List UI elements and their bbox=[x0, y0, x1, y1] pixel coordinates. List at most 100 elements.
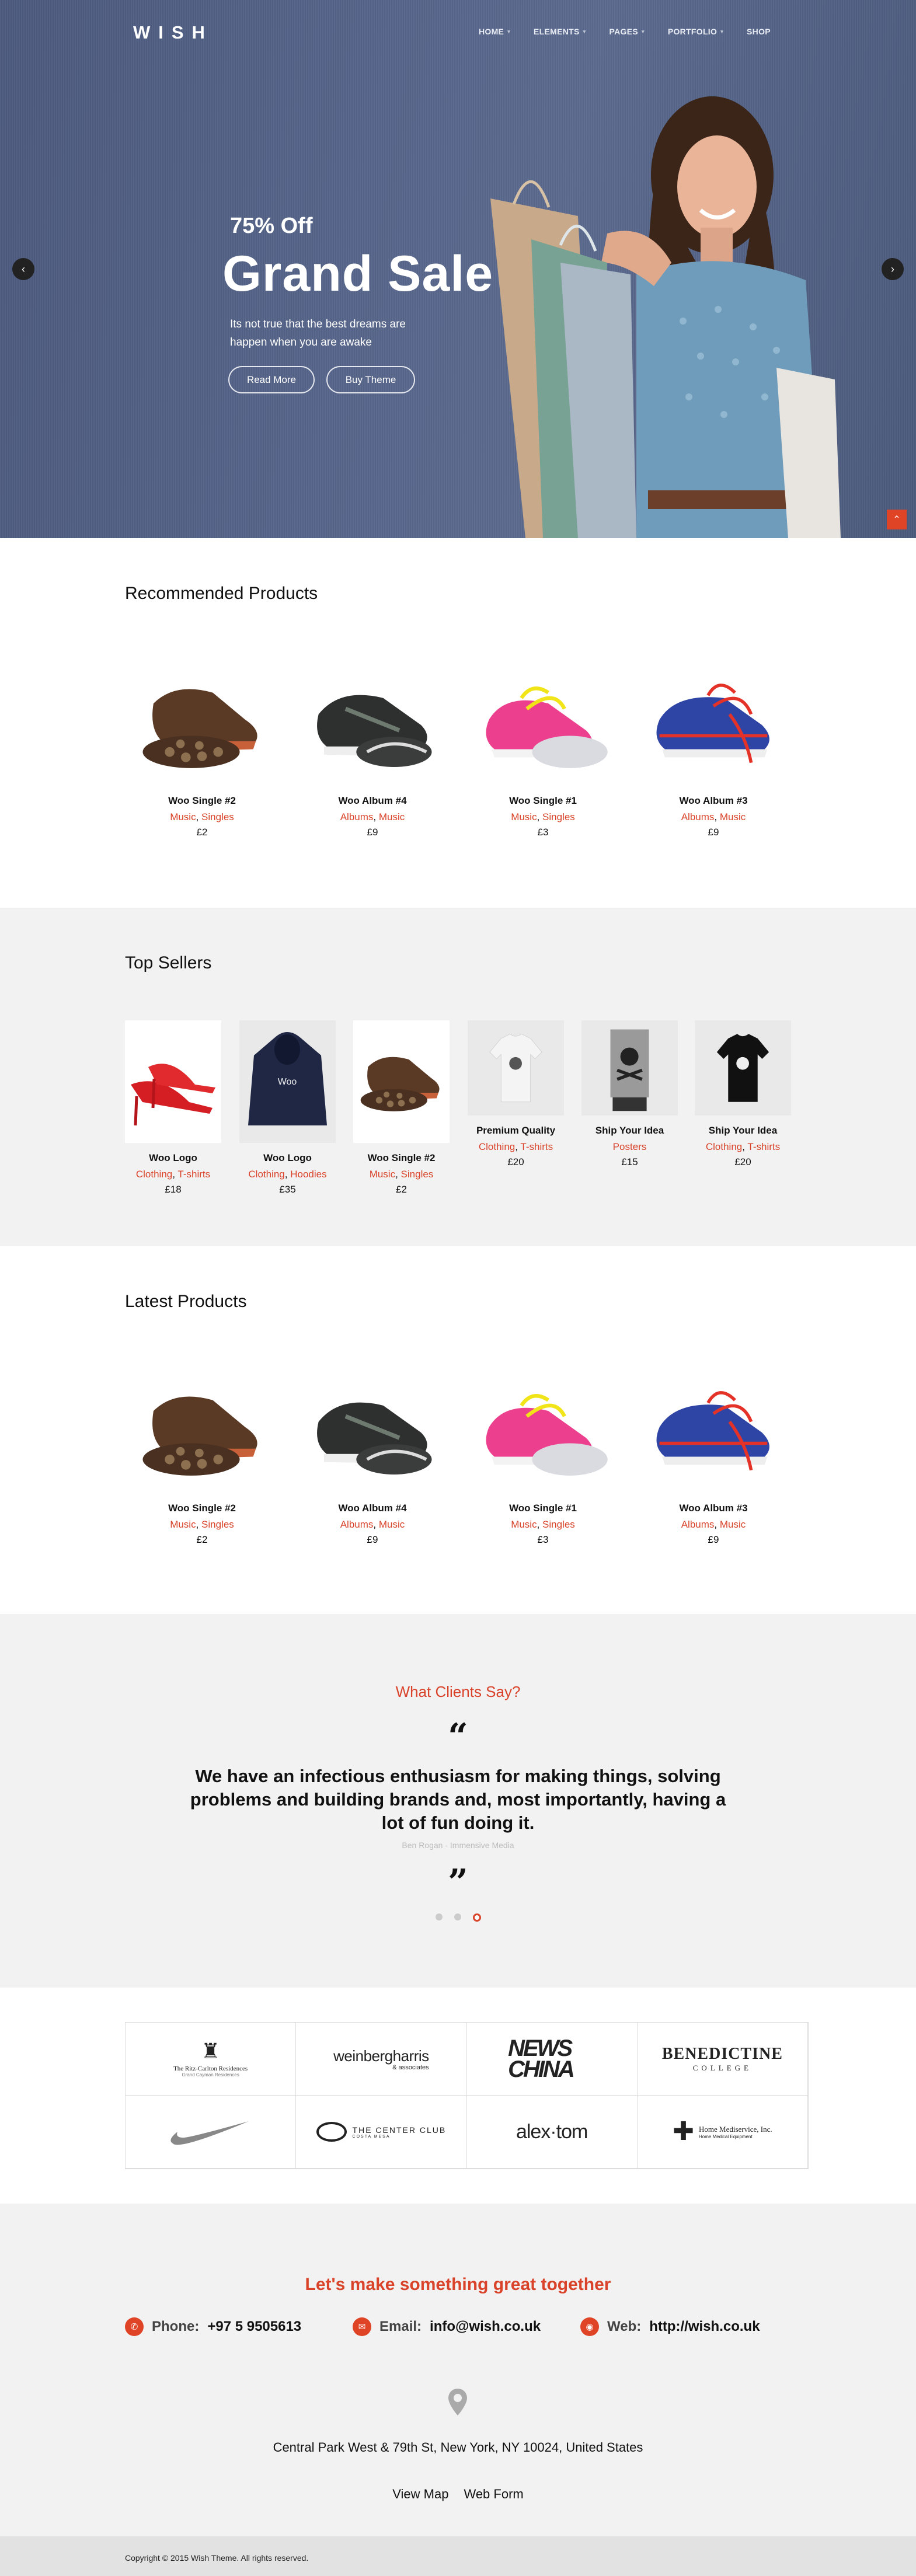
view-map-link[interactable]: View Map bbox=[392, 2487, 448, 2502]
product-image[interactable] bbox=[635, 655, 792, 795]
product-categories: Music, Singles bbox=[170, 811, 234, 822]
scroll-to-top-button[interactable]: ⌃ bbox=[887, 510, 907, 529]
pagination-dot[interactable] bbox=[454, 1913, 461, 1920]
nav-elements[interactable]: ELEMENTS ▾ bbox=[534, 27, 586, 36]
product-image[interactable] bbox=[125, 1020, 221, 1143]
nav-pages[interactable]: PAGES ▾ bbox=[609, 27, 645, 36]
product-name[interactable]: Woo Single #1 bbox=[464, 795, 622, 807]
category-link[interactable]: Music bbox=[720, 811, 746, 822]
product-image[interactable] bbox=[239, 1020, 336, 1143]
client-logo[interactable] bbox=[126, 2096, 297, 2169]
product-name[interactable]: Woo Logo bbox=[239, 1152, 336, 1164]
product-card[interactable]: Woo Single #2 Music, Singles £2 bbox=[353, 1020, 450, 1195]
product-card[interactable]: Woo Album #4 Albums, Music £9 bbox=[294, 655, 451, 838]
product-name[interactable]: Premium Quality bbox=[468, 1125, 564, 1137]
product-card[interactable]: Woo Single #1 Music, Singles £3 bbox=[464, 1362, 622, 1546]
email-value[interactable]: info@wish.co.uk bbox=[430, 2319, 541, 2335]
category-link[interactable]: Albums bbox=[681, 1519, 715, 1530]
product-card[interactable]: Ship Your Idea Posters £15 bbox=[581, 1020, 678, 1168]
category-link[interactable]: Clothing bbox=[479, 1141, 515, 1152]
product-image[interactable] bbox=[635, 1362, 792, 1503]
category-link[interactable]: Music bbox=[511, 1519, 537, 1530]
client-logo[interactable]: weinbergharris & associates bbox=[296, 2023, 467, 2096]
product-name[interactable]: Woo Single #2 bbox=[123, 1503, 281, 1514]
product-card[interactable]: Woo Single #1 Music, Singles £3 bbox=[464, 655, 622, 838]
nav-home[interactable]: HOME ▾ bbox=[479, 27, 510, 36]
category-link[interactable]: Clothing bbox=[248, 1169, 284, 1180]
category-link[interactable]: Clothing bbox=[136, 1169, 172, 1180]
product-card[interactable]: Woo Album #3 Albums, Music £9 bbox=[635, 655, 792, 838]
pagination-dot-active[interactable] bbox=[472, 1913, 481, 1922]
product-card[interactable]: Woo Album #3 Albums, Music £9 bbox=[635, 1362, 792, 1546]
category-link[interactable]: Music bbox=[170, 811, 196, 822]
category-link[interactable]: Music bbox=[370, 1169, 395, 1180]
client-logo[interactable]: ♜ The Ritz-Carlton Residences Grand Caym… bbox=[126, 2023, 297, 2096]
web-value[interactable]: http://wish.co.uk bbox=[649, 2319, 760, 2335]
client-logo[interactable]: NEWS CHINA bbox=[466, 2023, 638, 2096]
product-card[interactable]: Woo Album #4 Albums, Music £9 bbox=[294, 1362, 451, 1546]
phone-value[interactable]: +97 5 9505613 bbox=[207, 2319, 301, 2335]
product-name[interactable]: Woo Logo bbox=[125, 1152, 221, 1164]
product-card[interactable]: Woo Logo Clothing, T-shirts £18 bbox=[125, 1020, 221, 1195]
product-name[interactable]: Woo Album #4 bbox=[294, 1503, 451, 1514]
category-link[interactable]: Music bbox=[170, 1519, 196, 1530]
site-logo[interactable]: WISH bbox=[133, 22, 213, 43]
client-logo[interactable]: alex·tom bbox=[466, 2096, 638, 2169]
product-image[interactable] bbox=[123, 655, 281, 795]
product-image[interactable] bbox=[464, 1362, 622, 1503]
product-card[interactable]: Woo Single #2 Music, Singles £2 bbox=[123, 1362, 281, 1546]
category-link[interactable]: Hoodies bbox=[290, 1169, 326, 1180]
product-card[interactable]: Woo Single #2 Music, Singles £2 bbox=[123, 655, 281, 838]
product-name[interactable]: Woo Album #4 bbox=[294, 795, 451, 807]
category-link[interactable]: Albums bbox=[340, 811, 374, 822]
client-logo[interactable]: THE CENTER CLUB COSTA MESA bbox=[296, 2096, 467, 2169]
buy-theme-button[interactable]: Buy Theme bbox=[326, 366, 415, 393]
product-image[interactable] bbox=[294, 1362, 451, 1503]
category-link[interactable]: T-shirts bbox=[520, 1141, 553, 1152]
category-link[interactable]: Posters bbox=[613, 1141, 647, 1152]
product-image[interactable] bbox=[581, 1020, 678, 1116]
client-logo[interactable]: ✚ Home Mediservice, Inc. Home Medical Eq… bbox=[637, 2096, 808, 2169]
product-name[interactable]: Woo Single #2 bbox=[353, 1152, 450, 1164]
category-link[interactable]: Singles bbox=[201, 1519, 234, 1530]
category-link[interactable]: Music bbox=[511, 811, 537, 822]
category-link[interactable]: Albums bbox=[340, 1519, 374, 1530]
product-card[interactable]: Ship Your Idea Clothing, T-shirts £20 bbox=[695, 1020, 791, 1168]
product-name[interactable]: Woo Single #1 bbox=[464, 1503, 622, 1514]
client-sub: Home Medical Equipment bbox=[699, 2134, 753, 2139]
category-link[interactable]: Singles bbox=[201, 811, 234, 822]
pagination-dot[interactable] bbox=[435, 1913, 443, 1920]
product-name[interactable]: Ship Your Idea bbox=[695, 1125, 791, 1137]
chevron-right-icon: › bbox=[891, 263, 894, 275]
category-link[interactable]: Music bbox=[720, 1519, 746, 1530]
category-link[interactable]: Albums bbox=[681, 811, 715, 822]
category-link[interactable]: T-shirts bbox=[177, 1169, 210, 1180]
product-card[interactable]: Woo Logo Clothing, Hoodies £35 bbox=[239, 1020, 336, 1195]
product-image[interactable] bbox=[464, 655, 622, 795]
testimonial-quote: We have an infectious enthusiasm for mak… bbox=[190, 1766, 726, 1833]
category-link[interactable]: Clothing bbox=[706, 1141, 742, 1152]
product-image[interactable] bbox=[353, 1020, 450, 1143]
slider-prev-button[interactable]: ‹ bbox=[12, 258, 34, 280]
product-name[interactable]: Woo Album #3 bbox=[635, 795, 792, 807]
product-card[interactable]: Premium Quality Clothing, T-shirts £20 bbox=[468, 1020, 564, 1168]
product-image[interactable] bbox=[123, 1362, 281, 1503]
category-link[interactable]: Singles bbox=[401, 1169, 434, 1180]
category-link[interactable]: Music bbox=[379, 1519, 405, 1530]
product-image[interactable] bbox=[695, 1020, 791, 1116]
product-name[interactable]: Woo Album #3 bbox=[635, 1503, 792, 1514]
product-image[interactable] bbox=[294, 655, 451, 795]
category-link[interactable]: Singles bbox=[542, 811, 575, 822]
category-link[interactable]: T-shirts bbox=[747, 1141, 780, 1152]
product-name[interactable]: Ship Your Idea bbox=[581, 1125, 678, 1137]
nav-portfolio[interactable]: PORTFOLIO ▾ bbox=[668, 27, 723, 36]
slider-next-button[interactable]: › bbox=[882, 258, 904, 280]
nav-shop[interactable]: SHOP bbox=[747, 27, 771, 36]
product-image[interactable] bbox=[468, 1020, 564, 1116]
category-link[interactable]: Singles bbox=[542, 1519, 575, 1530]
product-name[interactable]: Woo Single #2 bbox=[123, 795, 281, 807]
web-form-link[interactable]: Web Form bbox=[464, 2487, 523, 2502]
client-logo[interactable]: BENEDICTINE COLLEGE bbox=[637, 2023, 808, 2096]
read-more-button[interactable]: Read More bbox=[228, 366, 315, 393]
category-link[interactable]: Music bbox=[379, 811, 405, 822]
